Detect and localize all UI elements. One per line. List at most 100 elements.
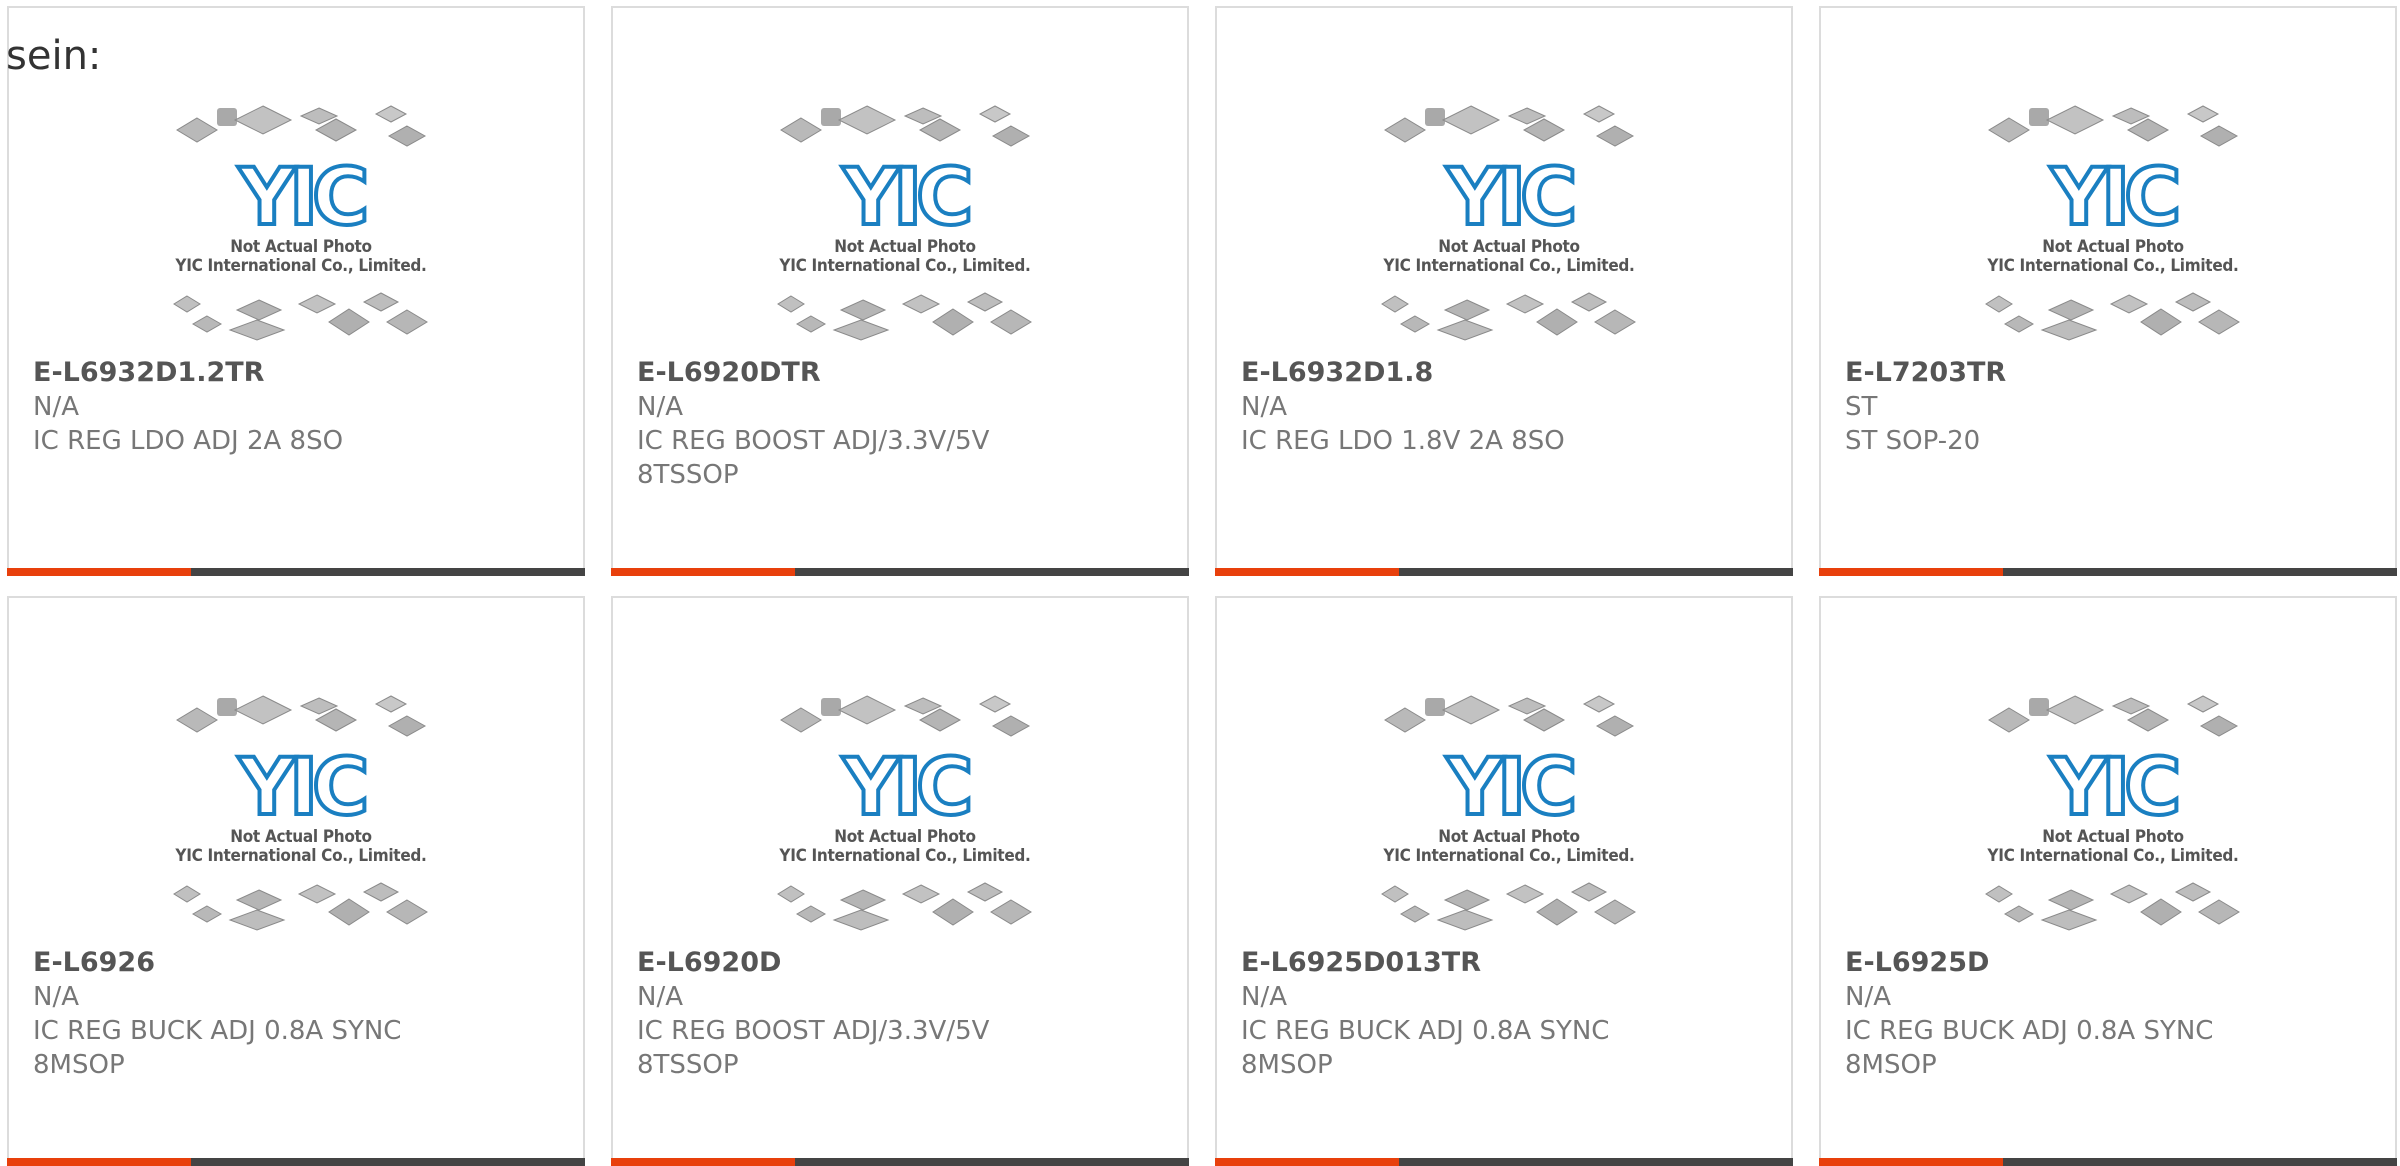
part-number-link[interactable]: E-L6925D013TR	[1241, 946, 1771, 980]
not-actual-photo-placeholder: YIC	[777, 105, 1032, 341]
chip-icon	[387, 125, 427, 147]
chip-icon	[2029, 698, 2049, 716]
company-caption: YIC International Co., Limited.	[779, 846, 1031, 866]
chip-icon	[217, 108, 237, 126]
chip-icon	[832, 319, 890, 341]
product-image[interactable]: YIC Not Actual Photo YIC International Co.…	[1367, 686, 1651, 936]
chip-icon	[233, 695, 293, 725]
product-card[interactable]: YIC Not Actual Photo YIC International Co.…	[611, 6, 1189, 576]
product-card[interactable]: YIC Not Actual Photo YIC International Co.…	[1215, 6, 1793, 576]
chip-icon	[932, 308, 974, 336]
chip-icon	[233, 105, 293, 135]
chip-icon	[837, 695, 897, 725]
chip-icon	[2029, 108, 2049, 126]
description-line: 8TSSOP	[637, 1050, 739, 1080]
chip-icon	[2198, 309, 2240, 335]
company-caption: YIC International Co., Limited.	[175, 846, 427, 866]
product-card[interactable]: YIC Not Actual Photo YIC International Co.…	[1819, 6, 2397, 576]
chip-icon	[387, 715, 427, 737]
manufacturer-label: N/A	[637, 982, 683, 1012]
chip-icon	[1582, 695, 1616, 713]
card-progress-bar	[1819, 1158, 2397, 1166]
yic-logo-icon: YIC	[1446, 743, 1574, 833]
product-grid: YIC Not Actual Photo YIC International Co.…	[0, 0, 2400, 1166]
chip-icon	[990, 309, 1032, 335]
chip-icon	[2003, 315, 2035, 333]
product-image[interactable]: YIC Not Actual Photo YIC International Co.…	[763, 96, 1047, 346]
not-actual-photo-placeholder: YIC	[173, 105, 428, 341]
chip-icon	[1570, 882, 1608, 902]
chip-icon	[1985, 885, 2013, 903]
chip-icon	[1436, 909, 1494, 931]
part-number-link[interactable]: E-L6932D1.2TR	[33, 356, 563, 390]
company-caption: YIC International Co., Limited.	[779, 256, 1031, 276]
not-actual-photo-caption: Not Actual Photo	[230, 827, 372, 847]
card-progress-bar	[1215, 1158, 1793, 1166]
chip-icon	[966, 882, 1004, 902]
chip-icon	[2045, 105, 2105, 135]
chip-icon	[2040, 909, 2098, 931]
chip-icon	[832, 909, 890, 931]
chip-icon	[1441, 105, 1501, 135]
not-actual-photo-caption: Not Actual Photo	[2042, 237, 2184, 257]
chip-icon	[2198, 899, 2240, 925]
product-image[interactable]: YIC Not Actual Photo YIC International Co.…	[763, 686, 1047, 936]
yic-logo-icon: YIC	[238, 153, 366, 243]
chip-icon	[176, 707, 218, 733]
chip-icon	[1582, 105, 1616, 123]
company-caption: YIC International Co., Limited.	[1987, 256, 2239, 276]
chip-icon	[1985, 295, 2013, 313]
chip-icon	[1441, 695, 1501, 725]
manufacturer-label: ST	[1845, 392, 1878, 422]
card-progress-bar	[1215, 568, 1793, 576]
part-number-link[interactable]: E-L6920DTR	[637, 356, 1167, 390]
chip-icon	[2174, 882, 2212, 902]
product-image[interactable]: YIC Not Actual Photo YIC International Co.…	[1971, 96, 2255, 346]
product-card[interactable]: YIC Not Actual Photo YIC International Co.…	[1215, 596, 1793, 1166]
product-image[interactable]: YIC Not Actual Photo YIC International Co.…	[159, 686, 443, 936]
card-progress-bar	[611, 1158, 1189, 1166]
chip-icon	[978, 695, 1012, 713]
chip-icon	[1384, 117, 1426, 143]
chip-icon	[386, 309, 428, 335]
product-image[interactable]: YIC Not Actual Photo YIC International Co.…	[1367, 96, 1651, 346]
card-accent-bar	[611, 1158, 795, 1166]
chip-icon	[2140, 898, 2182, 926]
product-image[interactable]: YIC Not Actual Photo YIC International Co.…	[159, 96, 443, 346]
chip-icon	[1505, 294, 1545, 314]
chip-icon	[2047, 299, 2095, 321]
manufacturer-label: N/A	[33, 392, 79, 422]
description-line: IC REG BUCK ADJ 0.8A SYNC	[1845, 1016, 2214, 1046]
part-number-link[interactable]: E-L6932D1.8	[1241, 356, 1771, 390]
chip-icon	[966, 292, 1004, 312]
part-number-link[interactable]: E-L7203TR	[1845, 356, 2375, 390]
chip-icon	[374, 105, 408, 123]
chip-icon	[2045, 695, 2105, 725]
yic-logo-icon: YIC	[842, 153, 970, 243]
product-card[interactable]: YIC Not Actual Photo YIC International Co.…	[7, 596, 585, 1166]
card-accent-bar	[611, 568, 795, 576]
not-actual-photo-placeholder: YIC	[173, 695, 428, 931]
part-number-link[interactable]: E-L6926	[33, 946, 563, 980]
chip-icon	[176, 117, 218, 143]
not-actual-photo-placeholder: YIC	[1381, 105, 1636, 341]
product-card[interactable]: YIC Not Actual Photo YIC International Co.…	[1819, 596, 2397, 1166]
yic-logo-icon: YIC	[1446, 153, 1574, 243]
description-line: ST SOP-20	[1845, 426, 1981, 456]
card-progress-bar	[7, 1158, 585, 1166]
manufacturer-label: N/A	[1241, 392, 1287, 422]
part-number-link[interactable]: E-L6920D	[637, 946, 1167, 980]
chip-icon	[2186, 695, 2220, 713]
chip-icon	[777, 295, 805, 313]
chip-icon	[1595, 125, 1635, 147]
card-accent-bar	[7, 1158, 191, 1166]
product-card[interactable]: YIC Not Actual Photo YIC International Co.…	[7, 6, 585, 576]
chip-icon	[362, 882, 400, 902]
not-actual-photo-caption: Not Actual Photo	[1438, 237, 1580, 257]
product-image[interactable]: YIC Not Actual Photo YIC International Co.…	[1971, 686, 2255, 936]
chip-icon	[2003, 905, 2035, 923]
description-line: 8TSSOP	[637, 460, 739, 490]
part-number-link[interactable]: E-L6925D	[1845, 946, 2375, 980]
not-actual-photo-placeholder: YIC	[1985, 695, 2240, 931]
product-card[interactable]: YIC Not Actual Photo YIC International Co.…	[611, 596, 1189, 1166]
